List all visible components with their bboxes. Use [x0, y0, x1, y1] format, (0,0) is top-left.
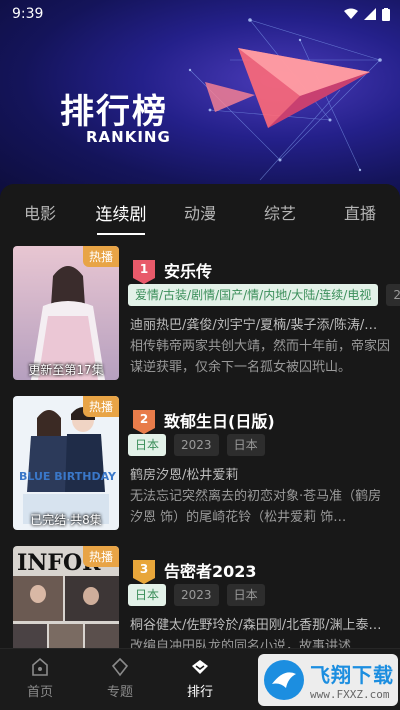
- ranking-item-2[interactable]: 热播 BLUE BIRTHDAY 已完结·共8集 2 致郁生日(日版) 日本 2…: [0, 396, 400, 534]
- tag[interactable]: 日本: [128, 434, 167, 456]
- poster-caption: 更新至第17集: [28, 363, 104, 377]
- page-subtitle: RANKING: [86, 128, 171, 146]
- tag-list: 日本 2023 日本: [128, 584, 265, 606]
- tag[interactable]: 20: [386, 284, 400, 306]
- active-tab-indicator: [97, 233, 145, 235]
- cast-list: 迪丽热巴/龚俊/刘宇宁/夏楠/裴子添/陈涛/…: [130, 318, 378, 333]
- tag[interactable]: 日本: [226, 434, 265, 456]
- bird-icon: [272, 672, 296, 688]
- ranking-item-1[interactable]: 热播 更新至第17集 1 安乐传 爱情/古装/剧情/国产/情/内地/大陆/连续/…: [0, 246, 400, 384]
- rank-number: 2: [139, 412, 149, 426]
- site-watermark: 飞翔下载 www.FXXZ.com: [258, 654, 398, 706]
- watermark-logo-icon: [264, 660, 304, 700]
- rank-number: 1: [139, 262, 149, 276]
- signal-icon: [364, 8, 376, 20]
- tag[interactable]: 爱情/古装/剧情/国产/情/内地/大陆/连续/电视: [128, 284, 379, 306]
- tag[interactable]: 日本: [128, 584, 167, 606]
- status-time: 9:39: [12, 6, 44, 22]
- wifi-icon: [344, 8, 358, 19]
- status-bar: 9:39: [0, 0, 400, 28]
- tab-movie[interactable]: 电影: [24, 200, 56, 224]
- nav-home[interactable]: 首页: [10, 657, 70, 700]
- ranking-icon: [192, 660, 208, 674]
- poster-image[interactable]: 热播 更新至第17集: [13, 246, 119, 380]
- nav-label: 排行: [186, 685, 213, 700]
- page-title: 排行榜: [60, 92, 168, 132]
- cast-list: 鹤房汐恩/松井爱莉: [130, 468, 239, 483]
- battery-icon: [382, 7, 390, 21]
- hot-badge: 热播: [82, 396, 119, 417]
- topic-icon: [111, 657, 129, 677]
- poster-image[interactable]: 热播 BLUE BIRTHDAY 已完结·共8集: [13, 396, 119, 530]
- poster-caption: 已完结·共8集: [30, 513, 102, 527]
- ranking-panel: 电影 连续剧 动漫 综艺 直播 热播 更新至第17集 1 安乐传 爱情/古装/剧…: [0, 184, 400, 710]
- item-title[interactable]: 安乐传: [164, 258, 212, 282]
- tab-anime[interactable]: 动漫: [184, 200, 216, 224]
- description: 相传韩帝两家共创大靖，然而十年前，帝家因谋逆获罪，仅余下一名孤女被囚玳山。: [130, 339, 391, 375]
- rank-number: 3: [139, 562, 149, 576]
- nav-topic[interactable]: 专题: [90, 657, 150, 700]
- watermark-url: www.FXXZ.com: [310, 688, 390, 701]
- tab-live[interactable]: 直播: [344, 200, 376, 224]
- tag-list: 爱情/古装/剧情/国产/情/内地/大陆/连续/电视 20: [128, 284, 400, 306]
- tab-variety[interactable]: 综艺: [264, 200, 296, 224]
- watermark-name: 飞翔下载: [310, 663, 394, 687]
- nav-label: 首页: [26, 685, 53, 700]
- description: 无法忘记突然离去的初恋对象·苍马准（鹤房汐恩 饰）的尾崎花铃（松井爱莉 饰…: [130, 489, 382, 525]
- tag[interactable]: 2023: [174, 584, 219, 606]
- poster-text: BLUE BIRTHDAY: [19, 470, 116, 483]
- cast-list: 桐谷健太/佐野玲於/森田刚/北香那/渊上泰…: [130, 618, 382, 633]
- nav-label: 专题: [106, 685, 133, 700]
- nav-ranking[interactable]: 排行: [170, 657, 230, 700]
- home-icon: [32, 657, 48, 676]
- tag[interactable]: 日本: [226, 584, 265, 606]
- item-title[interactable]: 告密者2023: [164, 558, 257, 582]
- hot-badge: 热播: [82, 246, 119, 267]
- item-title[interactable]: 致郁生日(日版): [164, 408, 275, 432]
- ranking-banner: 9:39 排行榜 RANKING: [0, 0, 400, 200]
- hot-badge: 热播: [82, 546, 119, 567]
- tag-list: 日本 2023 日本: [128, 434, 265, 456]
- tag[interactable]: 2023: [174, 434, 219, 456]
- tab-series[interactable]: 连续剧: [96, 200, 147, 225]
- category-tabs: 电影 连续剧 动漫 综艺 直播: [0, 184, 400, 238]
